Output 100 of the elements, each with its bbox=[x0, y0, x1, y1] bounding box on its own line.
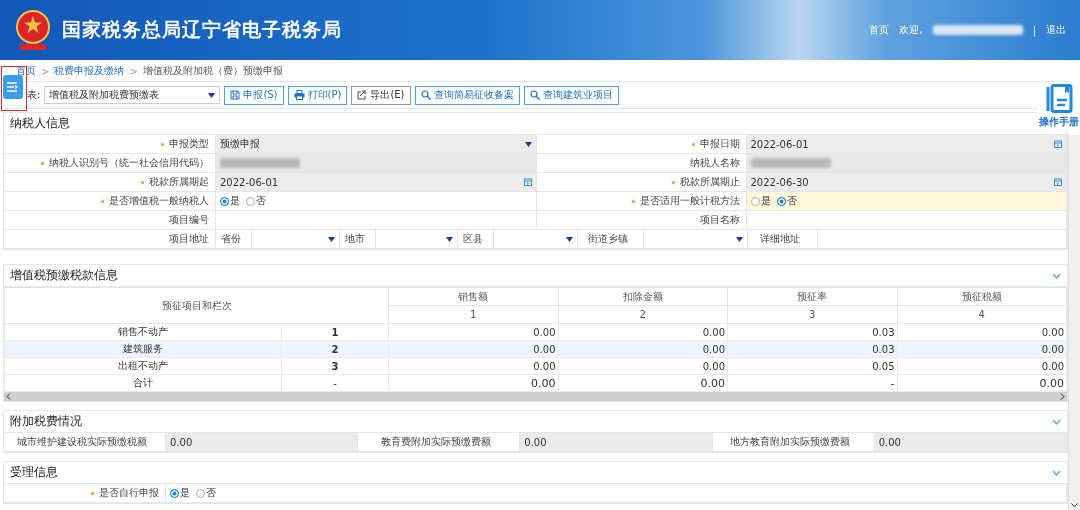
column-header: 预征率 bbox=[727, 287, 897, 306]
input-field[interactable] bbox=[746, 154, 1067, 173]
input-field[interactable]: 0.00 bbox=[166, 433, 359, 452]
column-index: 4 bbox=[897, 305, 1067, 324]
radio-option[interactable]: 是 bbox=[750, 194, 771, 208]
section-title: 纳税人信息 bbox=[10, 115, 70, 132]
caret-icon bbox=[328, 236, 335, 242]
radio-circle[interactable] bbox=[246, 196, 255, 206]
toolbar-button[interactable]: 查询简易征收备案 bbox=[414, 85, 520, 105]
input-field[interactable] bbox=[818, 230, 1067, 249]
required-icon bbox=[100, 198, 105, 204]
breadcrumb-separator: > bbox=[129, 65, 138, 77]
radio-option[interactable]: 否 bbox=[776, 194, 797, 208]
book-icon bbox=[1045, 84, 1073, 114]
select-field[interactable] bbox=[376, 230, 458, 249]
field-label: 税款所属期起 bbox=[4, 173, 216, 192]
section-title: 附加税费情况 bbox=[10, 413, 82, 430]
section-title: 增值税预缴税款信息 bbox=[10, 267, 118, 284]
logout-link[interactable]: 退出 bbox=[1046, 23, 1066, 37]
column-header: 扣除金额 bbox=[558, 287, 728, 306]
report-label: 表: bbox=[27, 88, 41, 102]
required-icon bbox=[670, 179, 676, 185]
report-select[interactable]: 增值税及附加税费预缴表 bbox=[44, 86, 221, 104]
required-icon bbox=[630, 198, 636, 204]
chevron-icon[interactable] bbox=[1052, 469, 1061, 476]
horizontal-scrollbar[interactable] bbox=[4, 392, 1067, 401]
column-index: 1 bbox=[388, 305, 558, 324]
field-label: 是否增值税一般纳税人 bbox=[4, 192, 216, 211]
chevron-down-icon[interactable] bbox=[1071, 503, 1078, 508]
select-field[interactable] bbox=[252, 230, 340, 249]
input-field[interactable] bbox=[216, 154, 537, 173]
section-title: 受理信息 bbox=[10, 464, 58, 481]
welcome-text: 欢迎, bbox=[899, 23, 923, 37]
printer-icon bbox=[293, 90, 305, 100]
field-label: 是否自行申报 bbox=[4, 484, 166, 503]
select-field[interactable]: 预缴申报 bbox=[216, 135, 537, 154]
separator-text: | bbox=[1032, 24, 1036, 36]
chevron-right-icon[interactable] bbox=[1060, 393, 1065, 400]
select-field[interactable] bbox=[494, 230, 578, 249]
menu-icon bbox=[7, 82, 19, 92]
column-index: 2 bbox=[558, 305, 728, 324]
breadcrumb-item: 增值税及附加税（费）预缴申报 bbox=[142, 64, 283, 78]
caret-icon bbox=[566, 236, 573, 242]
column-header: 预征税额 bbox=[897, 287, 1067, 306]
radio-option[interactable]: 是 bbox=[220, 194, 240, 208]
search-icon bbox=[420, 90, 431, 100]
date-field[interactable]: 2022-06-30 bbox=[746, 173, 1067, 192]
field-label: 地方教育附加实际预缴费额 bbox=[712, 433, 875, 452]
field-label: 税款所属期止 bbox=[536, 173, 747, 192]
date-field[interactable]: 2022-06-01 bbox=[746, 135, 1067, 154]
highlight-frame bbox=[1, 66, 27, 111]
toolbar-button[interactable]: 查询建筑业项目 bbox=[523, 85, 619, 105]
caret-icon bbox=[208, 92, 216, 98]
column-header: 预征项目和栏次 bbox=[4, 287, 389, 324]
field-label: 申报日期 bbox=[536, 135, 747, 154]
field-label: 项目编号 bbox=[4, 211, 216, 230]
field-label: 纳税人识别号（统一社会信用代码） bbox=[4, 154, 216, 173]
breadcrumb-item[interactable]: 税费申报及缴纳 bbox=[54, 64, 125, 78]
toolbar-button[interactable]: 打印(P) bbox=[287, 85, 348, 105]
field-label: 是否适用一般计税方法 bbox=[536, 192, 747, 211]
required-icon bbox=[40, 160, 45, 166]
required-icon bbox=[160, 141, 165, 147]
radio-circle[interactable] bbox=[220, 196, 229, 206]
caret-icon bbox=[446, 236, 453, 242]
caret-icon bbox=[736, 236, 743, 242]
chevron-left-icon[interactable] bbox=[6, 393, 11, 400]
date-field[interactable]: 2022-06-01 bbox=[216, 173, 537, 192]
field-label: 项目地址 bbox=[4, 230, 216, 249]
radio-circle[interactable] bbox=[170, 488, 179, 498]
radio-option[interactable]: 否 bbox=[246, 194, 266, 208]
input-field[interactable]: 0.00 bbox=[874, 433, 1067, 452]
menu-button[interactable] bbox=[3, 75, 23, 99]
radio-circle[interactable] bbox=[776, 196, 786, 206]
emblem-logo bbox=[14, 9, 52, 51]
toolbar-button[interactable]: 申报(S) bbox=[224, 85, 284, 105]
vertical-scrollbar[interactable] bbox=[1068, 135, 1080, 510]
radio-option[interactable]: 否 bbox=[196, 486, 216, 500]
calendar-icon[interactable] bbox=[523, 178, 532, 186]
field-label: 纳税人名称 bbox=[536, 154, 747, 173]
calendar-icon[interactable] bbox=[1054, 178, 1062, 186]
radio-circle[interactable] bbox=[750, 196, 760, 206]
input-field[interactable] bbox=[746, 211, 1067, 230]
required-icon bbox=[690, 141, 696, 147]
toolbar-button[interactable]: 导出(E) bbox=[351, 85, 411, 105]
export-icon bbox=[357, 90, 368, 100]
calendar-icon[interactable] bbox=[1054, 140, 1062, 148]
field-label: 城市维护建设税实际预缴税额 bbox=[4, 433, 166, 452]
select-field[interactable] bbox=[644, 230, 748, 249]
column-header: 销售额 bbox=[388, 287, 558, 306]
chevron-icon[interactable] bbox=[1052, 272, 1061, 279]
manual-shortcut[interactable]: 操作手册 bbox=[1038, 84, 1080, 129]
input-field[interactable] bbox=[216, 211, 537, 230]
radio-circle[interactable] bbox=[196, 488, 205, 498]
search-icon bbox=[529, 90, 540, 100]
input-field[interactable]: 0.00 bbox=[520, 433, 713, 452]
site-title: 国家税务总局辽宁省电子税务局 bbox=[62, 17, 343, 42]
field-label: 申报类型 bbox=[4, 135, 216, 154]
radio-option[interactable]: 是 bbox=[170, 486, 190, 500]
column-index: 3 bbox=[727, 305, 897, 324]
chevron-icon[interactable] bbox=[1052, 418, 1061, 425]
